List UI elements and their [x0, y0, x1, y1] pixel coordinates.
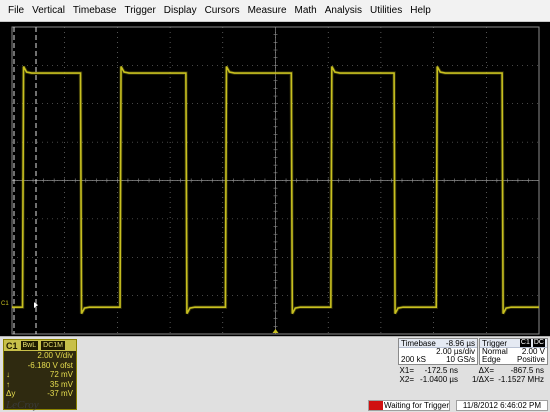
delta-x-label: ΔX= [478, 366, 494, 375]
delta-y-value: -37 mV [47, 389, 73, 398]
channel-label: C1 [6, 340, 18, 351]
menu-measure[interactable]: Measure [244, 5, 291, 16]
inverse-delta-x-label: 1/ΔX= [471, 375, 494, 384]
x1-value: -172.5 ns [424, 366, 458, 375]
menu-analysis[interactable]: Analysis [321, 5, 366, 16]
timebase-title: Timebase [401, 338, 436, 348]
bandwidth-limit-badge: BwL [20, 341, 39, 350]
sample-rate: 10 GS/s [446, 355, 475, 364]
trigger-coupling-badge: DC [532, 339, 545, 347]
volts-per-div-row: 2.00 V/div [4, 351, 76, 361]
trigger-descriptor[interactable]: Trigger C1 DC Normal 2.00 V Edge Positive [479, 338, 548, 365]
acquisition-status: Waiting for Trigger [368, 400, 450, 411]
coupling-badge: DC1M [41, 341, 65, 350]
trigger-slope: Positive [516, 355, 545, 364]
date-time: 11/8/2012 6:46:02 PM [456, 400, 548, 411]
trigger-type-row: Edge Positive [480, 356, 547, 364]
delta-y-row: Δy -37 mV [4, 389, 76, 399]
timebase-samples-row: 200 kS 10 GS/s [399, 356, 477, 364]
menu-display[interactable]: Display [160, 5, 201, 16]
cursor-y1-row: ↓ 72 mV [4, 370, 76, 380]
menu-help[interactable]: Help [406, 5, 435, 16]
trigger-source-badge: C1 [519, 339, 531, 347]
cursor-y2-value: 35 mV [49, 379, 73, 389]
timebase-descriptor[interactable]: Timebase -8.96 µs 2.00 µs/div 200 kS 10 G… [398, 338, 478, 365]
menu-bar: File Vertical Timebase Trigger Display C… [0, 0, 550, 22]
waveform-plot[interactable]: C1 [0, 22, 550, 336]
cursor-y2-row: ↑ 35 mV [4, 380, 76, 390]
status-area: C1 BwL DC1M 2.00 V/div -6.180 V ofst ↓ 72… [0, 336, 550, 412]
menu-file[interactable]: File [4, 5, 28, 16]
offset-row: -6.180 V ofst [4, 361, 76, 371]
cursor-readout: X1= -172.5 ns ΔX= -867.5 ns X2= -1.0400 … [398, 366, 548, 386]
cursor-up-icon: ↑ [6, 379, 10, 389]
menu-utilities[interactable]: Utilities [366, 5, 406, 16]
sample-count: 200 kS [401, 355, 426, 364]
cursor-line-1: X1= -172.5 ns ΔX= -867.5 ns [398, 366, 548, 375]
trigger-position-icon [272, 329, 279, 333]
delta-y-label: Δy [6, 389, 16, 398]
waveform-display[interactable]: C1 [0, 22, 550, 336]
status-led-icon [369, 401, 383, 410]
inverse-delta-x-value: -1.1527 MHz [498, 375, 544, 384]
cursor-line-2: X2= -1.0400 µs 1/ΔX= -1.1527 MHz [398, 375, 548, 384]
x1-label: X1= [399, 366, 414, 375]
delta-x-value: -867.5 ns [510, 366, 544, 375]
x2-label: X2= [399, 375, 414, 384]
markers: C1 [1, 301, 279, 333]
menu-cursors[interactable]: Cursors [201, 5, 244, 16]
menu-trigger[interactable]: Trigger [120, 5, 159, 16]
cursor-y1-value: 72 mV [49, 370, 73, 379]
channel-1-header: C1 BwL DC1M [4, 340, 76, 351]
x2-value: -1.0400 µs [420, 375, 458, 384]
brand-logo: LeCroy [6, 399, 39, 411]
status-text: Waiting for Trigger [383, 401, 449, 410]
trigger-type: Edge [482, 355, 501, 364]
menu-math[interactable]: Math [291, 5, 321, 16]
volts-per-div: 2.00 V/div [37, 351, 73, 360]
channel-ground-icon: C1 [1, 301, 9, 307]
offset-value: -6.180 V ofst [27, 360, 73, 370]
cursor-down-icon: ↓ [6, 370, 10, 379]
menu-vertical[interactable]: Vertical [28, 5, 69, 16]
menu-timebase[interactable]: Timebase [69, 5, 121, 16]
